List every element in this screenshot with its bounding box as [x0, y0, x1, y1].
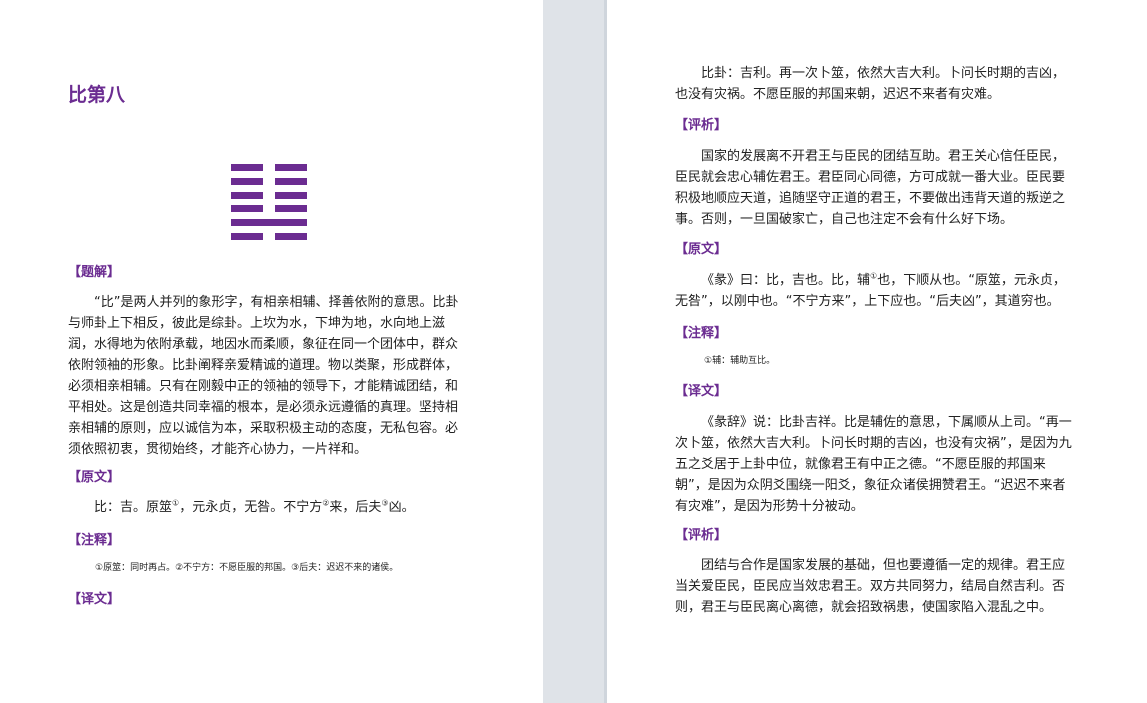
yuanwen-text-4: 凶。	[388, 500, 415, 515]
section-heading-yuanwen-2: 【原文】	[675, 242, 728, 257]
text-line: 须依照初衷，贯彻始终，才能齐心协力，一片祥和。	[68, 442, 368, 457]
text-line: 有灾难”，是因为形势十分被动。	[675, 499, 864, 514]
left-page: 比第八 【题解】 “比”是两人并列的象形字，有相亲相辅、择善依附的意思。比卦与师…	[0, 0, 543, 703]
hexagram-segment	[231, 205, 263, 212]
text-line: 臣民就会忠心辅佐君王。君臣同心同德，方可成就一番大业。臣民要	[675, 170, 1066, 185]
text-line: 润，水得地为依附承载，地因水而柔顺，象征在同一个团体中，群众	[68, 337, 459, 352]
hexagram-segment	[231, 192, 263, 199]
yuanwen-line-1-b: 也，下顺从也。“原筮，元永贞，	[877, 273, 1066, 288]
yuanwen-line-1: 《彖》曰：比，吉也。比，辅①也，下顺从也。“原筮，元永贞，	[675, 270, 1081, 291]
hexagram-line-broken	[231, 233, 307, 240]
text-line: 积极地顺应天道，追随坚守正道的君王，不要做出违背天道的叛逆之	[675, 191, 1066, 206]
hexagram-symbol	[231, 164, 307, 240]
hexagram-segment	[231, 233, 263, 240]
chapter-title: 比第八	[68, 84, 126, 106]
text-line: 事。否则，一旦国破家亡，自己也注定不会有什么好下场。	[675, 212, 1014, 227]
section-heading-yiwen-2: 【译文】	[675, 384, 728, 399]
hexagram-segment	[275, 178, 307, 185]
hexagram-segment	[275, 233, 307, 240]
text-line: 必须相亲相辅。只有在刚毅中正的领袖的领导下，才能精诚团结，和	[68, 379, 459, 394]
text-line: “比”是两人并列的象形字，有相亲相辅、择善依附的意思。比卦	[94, 295, 459, 310]
hexagram-segment	[231, 164, 263, 171]
text-line: 依附领袖的形象。比卦阐释亲爱精诚的道理。物以类聚，形成群体，	[68, 358, 459, 373]
page-gap	[543, 0, 604, 703]
pingxi-paragraph-1: 国家的发展离不开君王与臣民的团结互助。君王关心信任臣民， 臣民就会忠心辅佐君王。君…	[675, 146, 1081, 230]
text-line: 国家的发展离不开君王与臣民的团结互助。君王关心信任臣民，	[701, 149, 1066, 164]
yuanwen-line-2: 无咎”，以刚中也。“不宁方来”，上下应也。“后夫凶”，其道穷也。	[675, 294, 1060, 309]
hexagram-line-broken	[231, 178, 307, 185]
pingxi-paragraph-2: 团结与合作是国家发展的基础，但也要遵循一定的规律。君王应当关爱臣民，臣民应当效忠…	[675, 555, 1081, 618]
footnote-mark-3: ③	[381, 498, 389, 508]
text-line: 朝”，是因为众阴爻围绕一阳爻，象征众诸侯拥赞君王。“迟迟不来者	[675, 478, 1066, 493]
section-heading-zhushi: 【注释】	[68, 533, 121, 548]
hexagram-line-broken	[231, 164, 307, 171]
text-line: 次卜筮，依然大吉大利。卜问长时期的吉凶，也没有灾祸”，是因为九	[675, 436, 1072, 451]
tijie-paragraph: “比”是两人并列的象形字，有相亲相辅、择善依附的意思。比卦与师卦上下相反，彼此是…	[68, 292, 472, 460]
hexagram-segment	[275, 164, 307, 171]
section-heading-tijie: 【题解】	[68, 265, 121, 280]
text-line: 也没有灾祸。不愿臣服的邦国来朝，迟迟不来者有灾难。	[675, 87, 1001, 102]
hexagram-segment	[231, 178, 263, 185]
text-line: 亲相辅的原则，应以诚信为本，采取积极主动的态度，无私包容。必	[68, 421, 459, 436]
text-line: 与师卦上下相反，彼此是综卦。上坎为水，下坤为地，水向地上滋	[68, 316, 446, 331]
hexagram-line-broken	[231, 205, 307, 212]
section-heading-pingxi-1: 【评析】	[675, 118, 728, 133]
section-heading-yiwen: 【译文】	[68, 592, 121, 607]
yuanwen-text-1: 比：吉。原筮	[94, 500, 173, 515]
section-heading-zhushi-2: 【注释】	[675, 326, 728, 341]
hexagram-line-solid	[231, 219, 307, 226]
text-line: 平相处。这是创造共同幸福的根本，是必须永远遵循的真理。坚持相	[68, 400, 459, 415]
section-heading-yuanwen: 【原文】	[68, 470, 121, 485]
hexagram-segment	[275, 192, 307, 199]
yuanwen-text-2: ，元永贞，无咎。不宁方	[179, 500, 323, 515]
zhushi-note: ①原筮：同时再占。②不宁方：不愿臣服的邦国。③后夫：迟迟不来的诸侯。	[95, 563, 399, 573]
text-line: 《彖辞》说：比卦吉祥。比是辅佐的意思，下属顺从上司。“再一	[701, 415, 1072, 430]
yiwen-paragraph-2: 《彖辞》说：比卦吉祥。比是辅佐的意思，下属顺从上司。“再一次卜筮，依然大吉大利。…	[675, 412, 1081, 517]
yuanwen-line-1-a: 《彖》曰：比，吉也。比，辅	[701, 273, 871, 288]
right-page: 比卦：吉利。再一次卜筮，依然大吉大利。卜问长时期的吉凶， 也没有灾祸。不愿臣服的邦…	[607, 0, 1147, 703]
yuanwen-paragraph-2: 《彖》曰：比，吉也。比，辅①也，下顺从也。“原筮，元永贞， 无咎”，以刚中也。“…	[675, 270, 1081, 312]
text-line: 五之爻居于上卦中位，就像君王有中正之德。“不愿臣服的邦国来	[675, 457, 1046, 472]
zhushi-note-2: ①辅：辅助互比。	[704, 356, 776, 366]
hexagram-segment	[231, 219, 307, 226]
yuanwen-text-3: 来，后夫	[329, 500, 382, 515]
text-line: 当关爱臣民，臣民应当效忠君王。双方共同努力，结局自然吉利。否	[675, 579, 1066, 594]
hexagram-line-broken	[231, 192, 307, 199]
text-line: 比卦：吉利。再一次卜筮，依然大吉大利。卜问长时期的吉凶，	[701, 66, 1066, 81]
text-line: 团结与合作是国家发展的基础，但也要遵循一定的规律。君王应	[701, 558, 1066, 573]
hexagram-segment	[275, 205, 307, 212]
yiwen-paragraph: 比卦：吉利。再一次卜筮，依然大吉大利。卜问长时期的吉凶， 也没有灾祸。不愿臣服的邦…	[675, 63, 1081, 105]
text-line: 则，君王与臣民离心离德，就会招致祸患，使国家陷入混乱之中。	[675, 600, 1053, 615]
section-heading-pingxi-2: 【评析】	[675, 528, 728, 543]
yuanwen-paragraph: 比：吉。原筮①，元永贞，无咎。不宁方②来，后夫③凶。	[68, 497, 472, 518]
